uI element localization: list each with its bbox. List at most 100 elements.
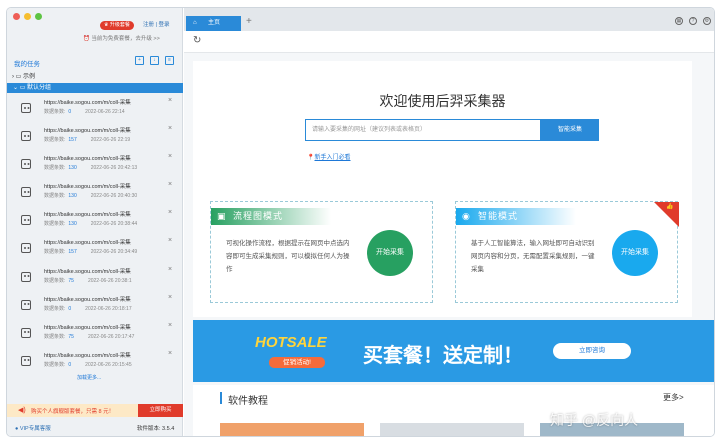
- task-count[interactable]: 157: [68, 137, 76, 143]
- close-icon[interactable]: ×: [168, 181, 172, 188]
- task-time: 2022-06-26 20:38:44: [90, 221, 138, 228]
- close-icon[interactable]: ×: [168, 153, 172, 160]
- close-icon[interactable]: ×: [168, 350, 172, 357]
- reload-icon[interactable]: ↻: [193, 35, 201, 46]
- close-icon[interactable]: ×: [168, 209, 172, 216]
- free-plan-note[interactable]: ⏰ 当前为免费套餐，去升级 >>: [83, 34, 160, 42]
- task-meta: 数据条数: 157 2022-06-26 22:19: [44, 136, 130, 143]
- task-item[interactable]: https://baike.sogou.com/m/coll-采集 数据条数: 15…: [7, 124, 183, 152]
- new-task-icon[interactable]: +: [135, 56, 144, 65]
- smart-collect-button[interactable]: 智能采集: [541, 119, 599, 141]
- task-count[interactable]: 157: [68, 249, 76, 255]
- task-time: 2022-06-26 22:19: [90, 137, 131, 144]
- task-meta: 数据条数: 75 2022-06-26 20:38:1: [44, 277, 132, 284]
- robot-icon: [21, 215, 31, 226]
- grid-icon[interactable]: ▦: [675, 17, 683, 25]
- load-more-link[interactable]: 加载更多...: [77, 374, 101, 381]
- tutorial-more-link[interactable]: 更多>: [663, 392, 684, 403]
- minimize-window-button[interactable]: [24, 13, 31, 20]
- buy-now-button[interactable]: 立即购买: [138, 404, 183, 417]
- hotsale-sub: 促销活动!: [269, 357, 325, 368]
- folder-icon: ▭: [19, 85, 26, 91]
- group-example[interactable]: › ▭ 示例: [12, 71, 35, 80]
- flow-start-button[interactable]: 开始采集: [367, 230, 413, 276]
- task-count[interactable]: 130: [68, 221, 76, 227]
- task-item[interactable]: https://baike.sogou.com/m/coll-采集 数据条数: 0 2…: [7, 96, 183, 124]
- task-count-label: 数据条数:: [44, 277, 66, 284]
- thumbs-up-icon: 👍: [666, 204, 674, 210]
- settings-icon[interactable]: ⚙: [703, 17, 711, 25]
- smart-start-button[interactable]: 开始采集: [612, 230, 658, 276]
- promo-bar: ◀) 购买个人旗舰版套餐，只需 8 元！ 立即购买: [7, 404, 183, 417]
- close-icon[interactable]: ×: [168, 125, 172, 132]
- robot-icon: [21, 243, 31, 254]
- task-item[interactable]: https://baike.sogou.com/m/coll-采集 数据条数: 0 2…: [7, 349, 183, 377]
- close-icon[interactable]: ×: [168, 266, 172, 273]
- consult-button[interactable]: 立即咨询: [553, 343, 631, 359]
- welcome-title: 欢迎使用后羿采集器: [379, 93, 506, 109]
- maximize-window-button[interactable]: [35, 13, 42, 20]
- upgrade-button[interactable]: ♛ 升级套餐: [100, 21, 134, 30]
- task-count[interactable]: 75: [68, 278, 74, 284]
- promo-banner[interactable]: HOTSALE 促销活动! 买套餐！送定制！ 立即咨询: [193, 320, 714, 382]
- task-item[interactable]: https://baike.sogou.com/m/coll-采集 数据条数: 13…: [7, 180, 183, 208]
- tutorial-thumb[interactable]: [220, 423, 364, 436]
- task-url: https://baike.sogou.com/m/coll-采集: [44, 128, 131, 135]
- task-count-label: 数据条数:: [44, 165, 66, 172]
- task-time: 2022-06-26 20:34:49: [90, 249, 138, 256]
- task-item[interactable]: https://baike.sogou.com/m/coll-采集 数据条数: 15…: [7, 236, 183, 264]
- task-item[interactable]: https://baike.sogou.com/m/coll-采集 数据条数: 13…: [7, 152, 183, 180]
- folder-icon: ▭: [15, 74, 22, 80]
- task-count[interactable]: 0: [68, 306, 71, 312]
- task-toolbar: + ↓ ≡: [135, 56, 174, 65]
- auth-links[interactable]: 注册 | 登录: [143, 21, 170, 30]
- top-right-icons: ▦ ? ⚙: [675, 17, 711, 25]
- task-time: 2022-06-26 20:15:45: [85, 361, 132, 368]
- task-count-label: 数据条数:: [44, 109, 66, 115]
- task-count[interactable]: 130: [68, 165, 76, 171]
- hotsale-logo: HOTSALE: [255, 334, 327, 351]
- main-area: ⌂ 主页 + ▦ ? ⚙ ↻ 欢迎使用后羿采集器 请输入要采集的网址（建议列表或表…: [184, 8, 714, 436]
- tab-bar: ⌂ 主页 + ▦ ? ⚙: [184, 8, 714, 31]
- close-icon[interactable]: ×: [168, 237, 172, 244]
- flow-mode-card[interactable]: ▣ 流程图模式 可视化操作流程，根据提示在网页中点选内容即可生成采集规则，可以模拟…: [210, 201, 433, 303]
- task-count[interactable]: 0: [68, 109, 71, 115]
- url-input[interactable]: 请输入要采集的网址（建议列表或表格页）: [305, 119, 541, 141]
- task-time: 2022-06-26 20:17:47: [87, 333, 135, 340]
- task-time: 2022-06-26 20:42:13: [90, 165, 138, 172]
- smart-mode-desc: 基于人工智能算法，输入网址即可自动识别网页内容和分页，无需配置采集规则，一键采集: [471, 240, 595, 273]
- guide-link[interactable]: 📍新手入门必看: [307, 152, 351, 161]
- task-count[interactable]: 0: [68, 362, 71, 368]
- new-tab-button[interactable]: +: [246, 16, 252, 27]
- import-icon[interactable]: ↓: [150, 56, 159, 65]
- close-icon[interactable]: ×: [168, 294, 172, 301]
- group-default[interactable]: ⌄ ▭ 默认分组: [7, 83, 183, 93]
- tab-home[interactable]: ⌂ 主页: [186, 16, 241, 31]
- folder-add-icon[interactable]: ≡: [165, 56, 174, 65]
- close-window-button[interactable]: [13, 13, 20, 20]
- task-item[interactable]: https://baike.sogou.com/m/coll-采集 数据条数: 0 2…: [7, 293, 183, 321]
- smart-mode-card[interactable]: ◉ 智能模式 基于人工智能算法，输入网址即可自动识别网页内容和分页，无需配置采集规…: [455, 201, 679, 303]
- task-count[interactable]: 75: [68, 334, 74, 340]
- task-item[interactable]: https://baike.sogou.com/m/coll-采集 数据条数: 75…: [7, 265, 183, 293]
- robot-icon: [21, 187, 31, 198]
- task-count-label: 数据条数:: [44, 361, 66, 368]
- task-url: https://baike.sogou.com/m/coll-采集: [44, 156, 131, 163]
- robot-icon: [21, 103, 31, 113]
- task-meta: 数据条数: 75 2022-06-26 20:17:47: [44, 333, 134, 340]
- task-item[interactable]: https://baike.sogou.com/m/coll-采集 数据条数: 75…: [7, 321, 183, 349]
- robot-icon: [21, 271, 31, 282]
- task-meta: 数据条数: 0 2022-06-26 20:18:17: [44, 305, 132, 312]
- task-count[interactable]: 130: [68, 193, 76, 199]
- help-icon[interactable]: ?: [689, 17, 697, 25]
- task-meta: 数据条数: 0 2022-06-26 22:14: [44, 108, 125, 115]
- vip-service-link[interactable]: ● VIP专属客服: [15, 424, 51, 432]
- task-item[interactable]: https://baike.sogou.com/m/coll-采集 数据条数: 13…: [7, 208, 183, 236]
- close-icon[interactable]: ×: [168, 322, 172, 329]
- close-icon[interactable]: ×: [168, 97, 172, 104]
- home-icon: ⌂: [193, 20, 197, 26]
- flowchart-icon: ▣: [217, 211, 227, 221]
- task-url: https://baike.sogou.com/m/coll-采集: [44, 296, 131, 303]
- task-time: 2022-06-26 20:18:17: [85, 305, 132, 312]
- tutorial-thumb[interactable]: [380, 423, 524, 436]
